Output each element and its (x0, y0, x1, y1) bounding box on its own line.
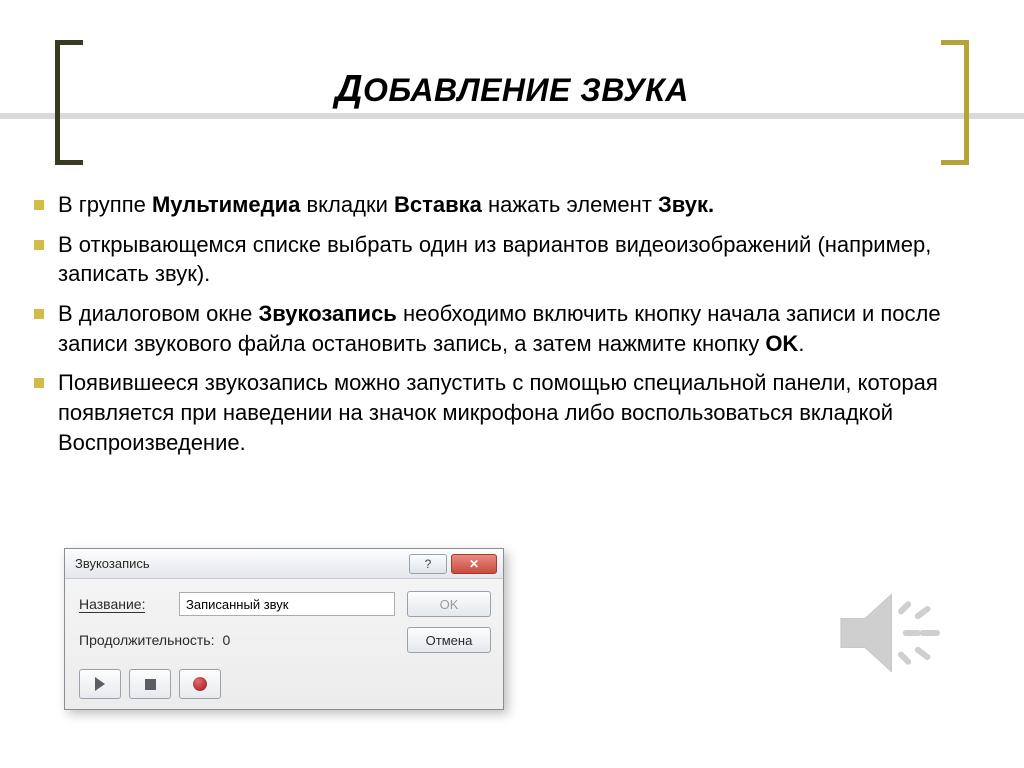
close-button[interactable]: ✕ (451, 554, 497, 574)
cancel-button[interactable]: Отмена (407, 627, 491, 653)
play-button[interactable] (79, 669, 121, 699)
stop-icon (145, 679, 156, 690)
ok-button[interactable]: OK (407, 591, 491, 617)
help-button[interactable]: ? (409, 554, 447, 574)
title-leading-letter: Д (335, 68, 363, 110)
play-icon (95, 677, 105, 691)
bullet-3: В диалоговом окне Звукозапись необходимо… (28, 299, 984, 358)
title-rest: ОБАВЛЕНИЕ ЗВУКА (363, 72, 689, 108)
sound-recording-dialog: Звукозапись ? ✕ Название: OK Продолжител… (64, 548, 504, 710)
bullet-4: Появившееся звукозапись можно запустить … (28, 368, 984, 457)
bracket-right (941, 40, 969, 165)
page-title: ДОБАВЛЕНИЕ ЗВУКА (110, 68, 914, 111)
speaker-icon (829, 573, 949, 698)
record-button[interactable] (179, 669, 221, 699)
help-icon: ? (425, 557, 432, 571)
record-icon (193, 677, 207, 691)
titlebar: Звукозапись ? ✕ (65, 549, 503, 579)
bracket-left (55, 40, 83, 165)
bullet-2: В открывающемся списке выбрать один из в… (28, 230, 984, 289)
duration-value: 0 (222, 632, 230, 648)
dialog-title: Звукозапись (75, 556, 405, 571)
stop-button[interactable] (129, 669, 171, 699)
name-input[interactable] (179, 592, 395, 616)
dialog-body: Название: OK Продолжительность: 0 Отмена (65, 579, 503, 709)
content: В группе Мультимедиа вкладки Вставка наж… (28, 190, 984, 468)
name-label: Название: (79, 596, 179, 612)
duration-label: Продолжительность: (79, 632, 214, 648)
slide: ДОБАВЛЕНИЕ ЗВУКА В группе Мультимедиа вк… (0, 0, 1024, 768)
playback-controls (79, 665, 491, 699)
close-icon: ✕ (469, 557, 479, 571)
decor-line (0, 113, 1024, 119)
bullet-1: В группе Мультимедиа вкладки Вставка наж… (28, 190, 984, 220)
